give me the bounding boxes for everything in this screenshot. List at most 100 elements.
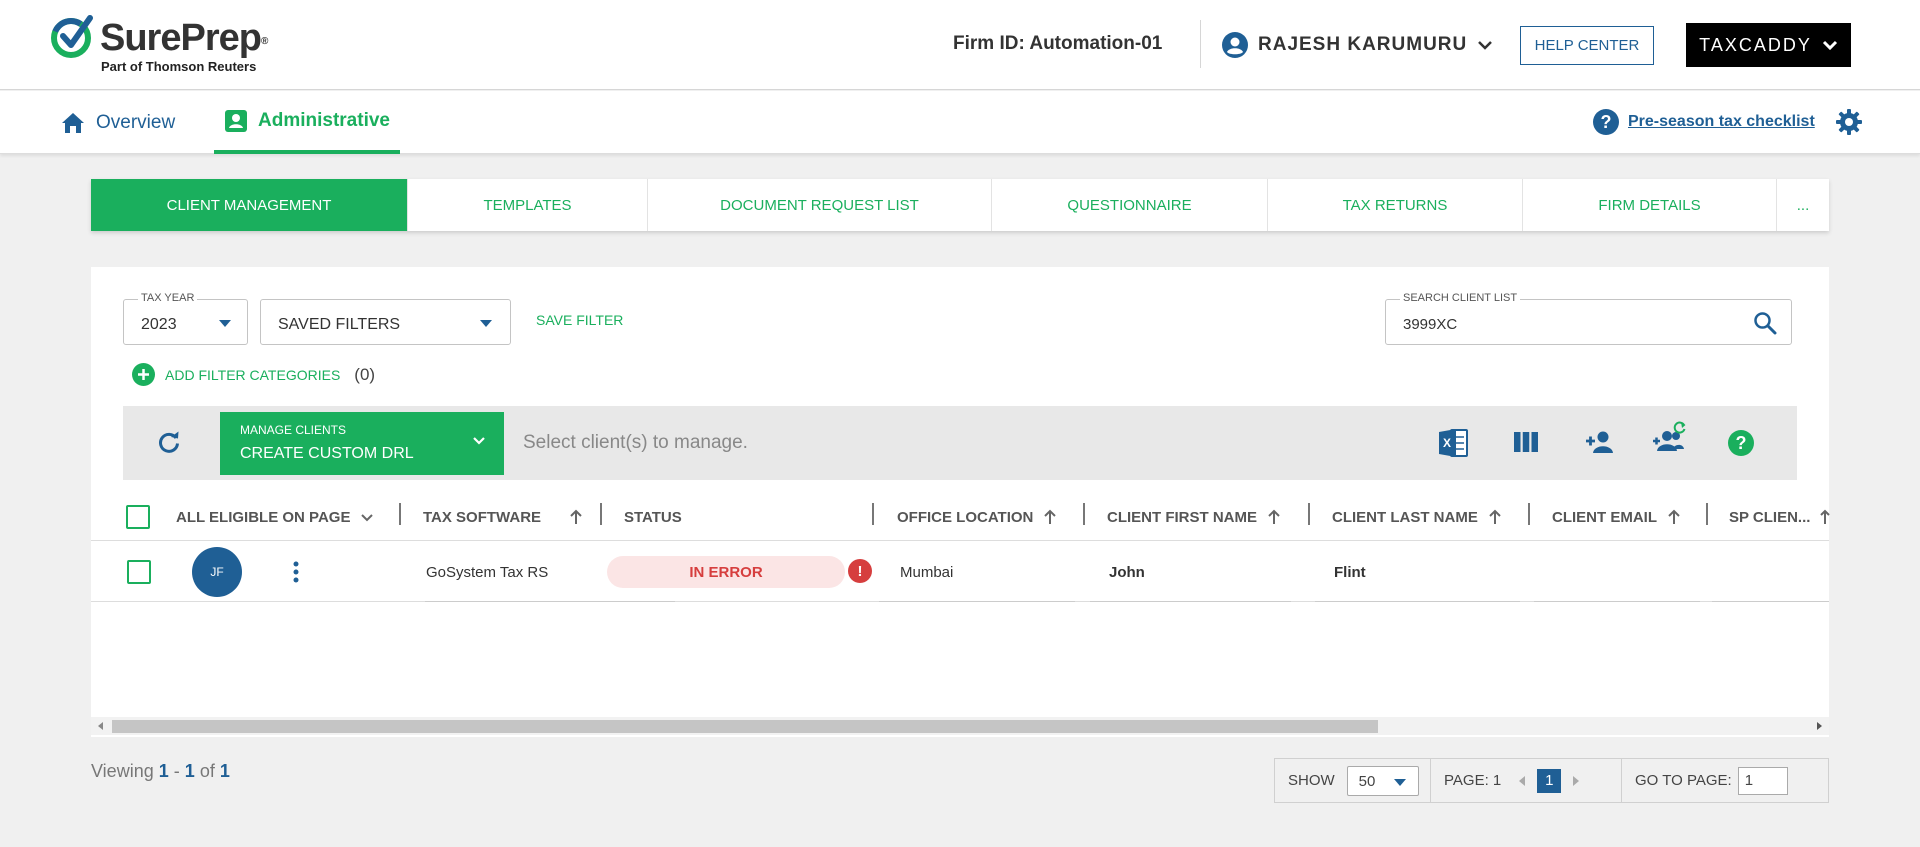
tax-year-label: TAX YEAR	[138, 292, 198, 304]
page-number-current[interactable]: 1	[1537, 768, 1562, 793]
add-filter-categories[interactable]: ADD FILTER CATEGORIES (0)	[132, 363, 375, 386]
scroll-right-arrow[interactable]	[1817, 722, 1822, 730]
search-icon[interactable]	[1753, 311, 1777, 335]
goto-label: GO TO PAGE:	[1635, 772, 1732, 789]
viewing-of: of	[199, 761, 215, 781]
svg-text:X: X	[1443, 436, 1451, 450]
column-separator	[1083, 503, 1085, 525]
next-page-arrow[interactable]	[1573, 775, 1580, 786]
excel-export-icon[interactable]: X	[1437, 427, 1469, 459]
sort-arrow-up-icon[interactable]	[569, 509, 583, 525]
gear-icon[interactable]	[1835, 108, 1863, 136]
scrollbar-thumb[interactable]	[112, 720, 1378, 733]
column-sp-client-label: SP CLIEN...	[1729, 508, 1811, 526]
tab-firm-details[interactable]: FIRM DETAILS	[1523, 179, 1777, 231]
tax-year-select[interactable]: TAX YEAR 2023	[123, 292, 248, 345]
column-client-email-label: CLIENT EMAIL	[1552, 508, 1657, 526]
column-client-email[interactable]: CLIENT EMAIL	[1552, 493, 1681, 541]
status-badge: IN ERROR	[607, 556, 845, 588]
column-separator	[1528, 503, 1530, 525]
column-separator	[1308, 503, 1310, 525]
manage-clients-dropdown[interactable]: MANAGE CLIENTS CREATE CUSTOM DRL	[220, 412, 504, 475]
home-icon	[62, 112, 84, 133]
logo-name: SurePrep®	[100, 17, 268, 59]
tab-client-management[interactable]: CLIENT MANAGEMENT	[91, 179, 408, 231]
pagination: SHOW 50 PAGE: 1 1 GO TO PAGE: 1	[1274, 758, 1829, 803]
add-user-icon[interactable]	[1584, 429, 1616, 455]
taxcaddy-button[interactable]: TAXCADDY	[1686, 23, 1851, 67]
column-sp-client[interactable]: SP CLIEN...	[1729, 493, 1831, 541]
tab-document-request-list[interactable]: DOCUMENT REQUEST LIST	[648, 179, 992, 231]
saved-filters-select[interactable]: SAVED FILTERS	[260, 299, 511, 345]
nav-overview[interactable]: Overview	[60, 91, 175, 154]
nav-overview-label: Overview	[96, 111, 176, 133]
user-menu[interactable]: RAJESH KARUMURU	[1222, 30, 1493, 60]
column-tax-software-label: TAX SOFTWARE	[423, 508, 542, 526]
pre-season-checklist-link[interactable]: Pre-season tax checklist	[1628, 113, 1815, 131]
page-size-value: 50	[1358, 772, 1376, 790]
tab-questionnaire[interactable]: QUESTIONNAIRE	[992, 179, 1268, 231]
select-all-checkbox[interactable]	[126, 505, 150, 529]
svg-text:?: ?	[1736, 433, 1747, 453]
table-header: ALL ELIGIBLE ON PAGE TAX SOFTWARE STATUS…	[91, 493, 1831, 541]
page-size-select[interactable]: 50	[1346, 765, 1419, 796]
tab-more[interactable]: ...	[1777, 179, 1829, 231]
columns-icon[interactable]	[1513, 430, 1539, 454]
sort-arrow-up-icon[interactable]	[1267, 509, 1281, 525]
nav-administrative[interactable]: Administrative	[214, 91, 400, 154]
column-tax-software[interactable]: TAX SOFTWARE	[423, 493, 583, 541]
admin-tabs: CLIENT MANAGEMENT TEMPLATES DOCUMENT REQ…	[91, 179, 1829, 231]
user-avatar-icon	[1222, 32, 1248, 58]
firm-id: Firm ID: Automation-01	[953, 33, 1163, 54]
search-client-input[interactable]: 3999XC	[1403, 316, 1457, 333]
column-separator	[399, 503, 401, 525]
show-label: SHOW	[1288, 772, 1335, 789]
select-clients-hint: Select client(s) to manage.	[523, 432, 748, 453]
help-icon[interactable]: ?	[1727, 429, 1755, 457]
chevron-down-icon	[1822, 40, 1837, 50]
viewing-total: 1	[219, 761, 230, 781]
search-client-field[interactable]: SEARCH CLIENT LIST 3999XC	[1385, 292, 1792, 345]
error-icon[interactable]: !	[848, 559, 872, 583]
column-all-eligible[interactable]: ALL ELIGIBLE ON PAGE	[176, 493, 374, 541]
table-row[interactable]: JF GoSystem Tax RS IN ERROR ! Mumbai Joh…	[91, 542, 1829, 602]
sort-arrow-up-icon[interactable]	[1043, 509, 1057, 525]
sort-arrow-up-icon[interactable]	[1667, 509, 1681, 525]
sort-arrow-up-icon[interactable]	[1488, 509, 1502, 525]
sureprep-logo[interactable]: SurePrep® Part of Thomson Reuters	[50, 14, 290, 78]
cell-tax-software: GoSystem Tax RS	[426, 563, 549, 581]
row-checkbox[interactable]	[127, 560, 151, 584]
cell-underline	[879, 601, 1075, 602]
tab-templates[interactable]: TEMPLATES	[408, 179, 648, 231]
help-icon[interactable]: ?	[1592, 108, 1620, 136]
save-filter-button[interactable]: SAVE FILTER	[536, 312, 623, 328]
goto-page-input[interactable]: 1	[1737, 766, 1788, 795]
horizontal-scrollbar[interactable]	[91, 717, 1829, 735]
nav-right: ? Pre-season tax checklist	[1592, 108, 1863, 136]
show-per-page: SHOW 50	[1288, 759, 1419, 802]
add-filter-label: ADD FILTER CATEGORIES	[165, 366, 341, 383]
more-options-icon[interactable]	[291, 560, 301, 584]
column-separator	[600, 503, 602, 525]
page-nav: PAGE: 1 1	[1444, 759, 1580, 802]
sync-users-icon[interactable]	[1651, 419, 1687, 455]
caret-down-icon	[219, 320, 231, 327]
column-client-last-name[interactable]: CLIENT LAST NAME	[1332, 493, 1502, 541]
page-label: PAGE: 1	[1444, 772, 1502, 789]
search-client-label: SEARCH CLIENT LIST	[1400, 292, 1521, 304]
column-client-first-name[interactable]: CLIENT FIRST NAME	[1107, 493, 1281, 541]
help-center-button[interactable]: HELP CENTER	[1520, 26, 1654, 65]
column-office-location[interactable]: OFFICE LOCATION	[897, 493, 1057, 541]
scroll-left-arrow[interactable]	[98, 722, 103, 730]
sort-arrow-up-icon[interactable]	[1820, 509, 1831, 525]
column-status[interactable]: STATUS	[624, 493, 682, 541]
client-avatar: JF	[192, 547, 242, 597]
tab-tax-returns[interactable]: TAX RETURNS	[1268, 179, 1523, 231]
prev-page-arrow[interactable]	[1519, 775, 1526, 786]
refresh-icon[interactable]	[157, 430, 181, 454]
cell-underline	[425, 601, 675, 602]
viewing-to: 1	[184, 761, 195, 781]
filter-count: (0)	[354, 364, 376, 384]
column-client-last-name-label: CLIENT LAST NAME	[1332, 508, 1478, 526]
app-header: SurePrep® Part of Thomson Reuters Firm I…	[0, 0, 1920, 90]
